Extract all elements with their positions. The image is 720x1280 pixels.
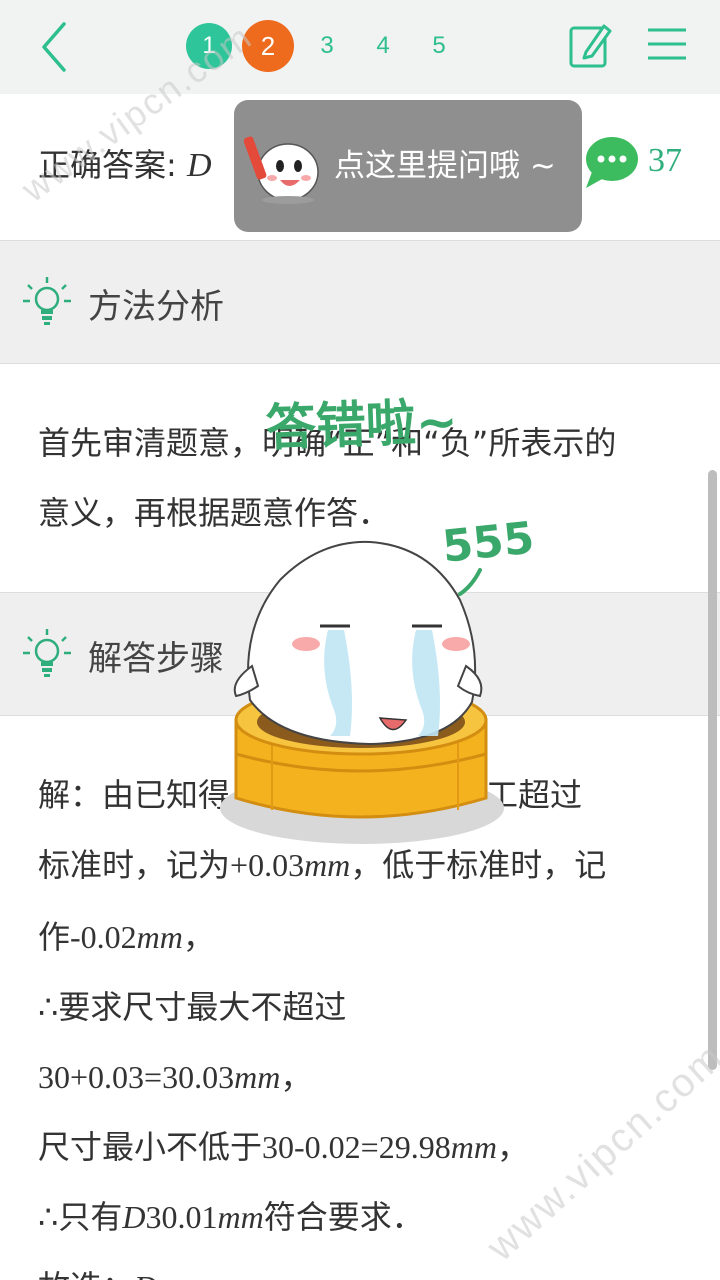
wrong-answer-text: 答错啦~: [265, 393, 459, 458]
text: 故选：: [38, 1268, 134, 1280]
correct-answer-value: D: [186, 147, 212, 184]
text: 尺寸最小不低于: [38, 1128, 263, 1166]
steps-line-6: 尺寸最小不低于30-0.02=29.98mm，: [38, 1122, 529, 1168]
text: ，: [280, 1058, 313, 1096]
math: 30-0.02=29.98: [262, 1129, 451, 1165]
text: ，: [496, 1128, 529, 1166]
steps-line-5: 30+0.03=30.03mm，: [38, 1052, 312, 1098]
back-arrow-icon[interactable]: [30, 18, 80, 76]
steps-line-4: ∴要求尺寸最大不超过: [38, 988, 347, 1026]
edit-note-icon[interactable]: [568, 20, 612, 70]
math: 30+0.03=30.03: [38, 1059, 235, 1095]
math-unit: mm: [450, 1129, 497, 1165]
page-3-button[interactable]: 3: [304, 23, 350, 69]
steps-line-7: ∴只有D30.01mm符合要求．: [38, 1192, 424, 1238]
lightbulb-icon: [23, 629, 71, 677]
math: -0.02: [70, 919, 137, 955]
text: ∴只有: [38, 1198, 123, 1236]
wrong-answer-overlay: 答错啦~ 555: [220, 393, 537, 844]
steps-line-8: 故选：D: [38, 1262, 157, 1280]
menu-icon[interactable]: [646, 24, 688, 64]
comment-count[interactable]: 37: [648, 142, 682, 180]
lightbulb-icon: [23, 277, 71, 325]
math: D: [134, 1269, 157, 1280]
cry-text: 555: [440, 512, 537, 572]
page-4-button[interactable]: 4: [360, 23, 406, 69]
text: 符合要求．: [263, 1198, 424, 1236]
comment-bubble-icon[interactable]: [582, 134, 640, 190]
math-unit: mm: [217, 1199, 264, 1235]
text: 标准时，记为: [38, 846, 231, 884]
section-title: 方法分析: [88, 287, 224, 327]
text: ，: [182, 918, 215, 956]
math: 30.01: [145, 1199, 218, 1235]
tooltip-text: 点这里提问哦 ~: [334, 148, 556, 184]
steps-line-3: 作-0.02mm，: [38, 912, 215, 958]
page-5-button[interactable]: 5: [416, 23, 462, 69]
mascot-pencil-icon: [244, 136, 319, 204]
math-unit: mm: [136, 919, 183, 955]
top-bar: 1 2 3 4 5: [0, 0, 720, 94]
text: 作: [38, 918, 71, 956]
section-title: 解答步骤: [88, 639, 224, 679]
section-method-analysis: 方法分析: [0, 240, 720, 364]
math: D: [122, 1199, 146, 1235]
math-unit: mm: [234, 1059, 281, 1095]
scrollbar[interactable]: [708, 470, 717, 1070]
